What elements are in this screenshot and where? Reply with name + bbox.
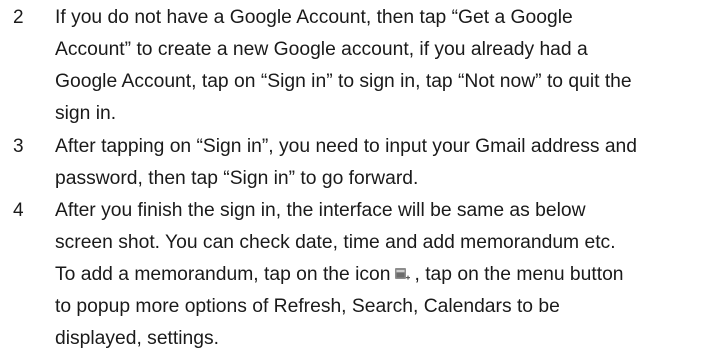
step-text-line: After tapping on “Sign in”, you need to … — [55, 136, 637, 157]
step-text-line: screen shot. You can check date, time an… — [55, 232, 616, 253]
step-text-line: Account” to create a new Google account,… — [55, 39, 588, 60]
step-text-segment: To add a memorandum, tap on the icon — [55, 264, 391, 285]
step-text-segment: , tap on the menu button — [414, 264, 624, 285]
step-text-line: displayed, settings. — [55, 328, 219, 349]
step-text-line: password, then tap “Sign in” to go forwa… — [55, 168, 419, 189]
step-text-line: Google Account, tap on “Sign in” to sign… — [55, 71, 632, 92]
step-text-line: After you finish the sign in, the interf… — [55, 200, 586, 221]
step-number: 3 — [13, 136, 24, 157]
step-number: 2 — [13, 7, 24, 28]
step-text-line: to popup more options of Refresh, Search… — [55, 296, 560, 317]
step-number: 4 — [13, 200, 24, 221]
step-text-line-with-icon: To add a memorandum, tap on the icon , ta… — [55, 261, 624, 289]
step-text-line: sign in. — [55, 103, 117, 124]
step-text-line: If you do not have a Google Account, the… — [55, 7, 573, 28]
add-event-icon — [395, 268, 411, 281]
